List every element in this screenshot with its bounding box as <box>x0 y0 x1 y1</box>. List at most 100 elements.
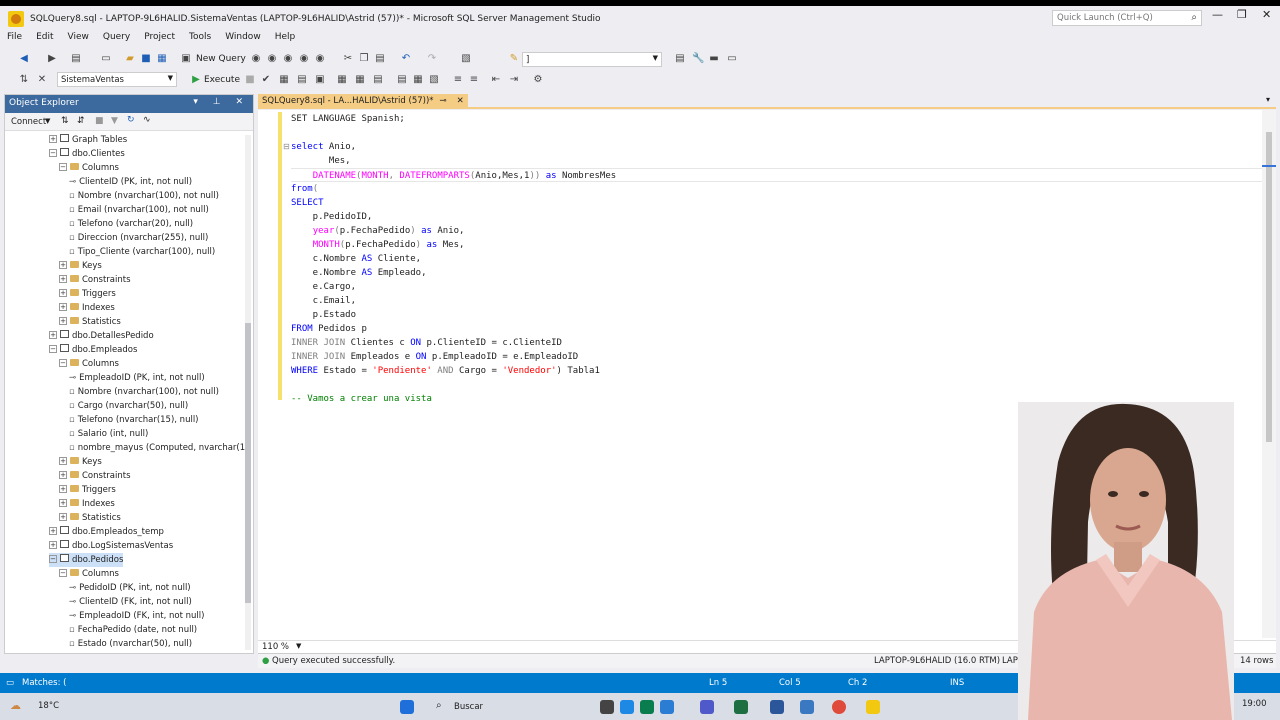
uncomment-icon[interactable]: ≡ <box>468 74 480 86</box>
tab-list-chevron-icon[interactable]: ▾ <box>1266 95 1270 104</box>
tree-node[interactable]: ▫ Salario (int, null) <box>69 427 148 441</box>
connect-plug-icon[interactable]: ⇅ <box>61 116 69 126</box>
editor-scrollbar[interactable] <box>1262 110 1276 638</box>
save-all-icon[interactable]: ▦ <box>156 53 168 65</box>
code-line[interactable]: e.Cargo, <box>291 280 356 294</box>
tree-node[interactable]: ▫ Direccion (nvarchar(255), null) <box>69 231 208 245</box>
tree-node[interactable]: ⊸ EmpleadoID (FK, int, not null) <box>69 609 204 623</box>
code-line[interactable]: c.Email, <box>291 294 356 308</box>
tree-node[interactable]: + dbo.DetallesPedido <box>49 329 154 343</box>
tree-node[interactable]: + Keys <box>59 455 102 469</box>
panel-controls[interactable]: ▾ ⊥ ✕ <box>193 97 249 107</box>
live-stats-icon[interactable]: ▦ <box>354 74 366 86</box>
code-line[interactable]: -- Vamos a crear una vista <box>291 392 432 406</box>
tree-node[interactable]: − dbo.Pedidos <box>49 553 124 567</box>
tree-node[interactable]: − Columns <box>59 161 119 175</box>
tree-node[interactable]: − dbo.Clientes <box>49 147 125 161</box>
execute-icon[interactable]: ▶ <box>190 74 202 86</box>
analysis-query-icon[interactable]: ◉ <box>266 53 278 65</box>
tree-node[interactable]: ▫ Telefono (nvarchar(15), null) <box>69 413 199 427</box>
code-line[interactable]: p.Estado <box>291 308 356 322</box>
expand-icon[interactable]: + <box>59 499 67 507</box>
filter-icon[interactable]: ▼ <box>111 116 118 126</box>
tree-node[interactable]: − Columns <box>59 357 119 371</box>
collapse-icon[interactable]: − <box>49 555 57 563</box>
chevron-down-icon[interactable]: ▼ <box>296 642 301 650</box>
tree-node[interactable]: ⊸ ClienteID (PK, int, not null) <box>69 175 192 189</box>
execute-button[interactable]: Execute <box>204 75 240 85</box>
results-to-text-icon[interactable]: ▤ <box>396 74 408 86</box>
find-combo[interactable]: ] ▼ <box>522 52 662 67</box>
menu-window[interactable]: Window <box>218 30 268 44</box>
redo-icon[interactable]: ↷ <box>426 53 438 65</box>
back-icon[interactable]: ◀ <box>18 53 30 65</box>
tree-node[interactable]: ▫ Cargo (nvarchar(50), null) <box>69 399 188 413</box>
menu-project[interactable]: Project <box>137 30 182 44</box>
restore-button[interactable]: ❐ <box>1237 8 1247 21</box>
chrome-icon[interactable] <box>832 700 846 714</box>
client-stats-icon[interactable]: ▤ <box>372 74 384 86</box>
code-line[interactable]: INNER JOIN Clientes c ON p.ClienteID = c… <box>291 336 562 350</box>
activity-monitor-icon[interactable]: ∿ <box>143 115 151 125</box>
xmla-query-icon[interactable]: ◉ <box>314 53 326 65</box>
tree-node[interactable]: + Constraints <box>59 469 131 483</box>
specify-values-icon[interactable]: ⚙ <box>532 74 544 86</box>
expand-icon[interactable]: + <box>59 457 67 465</box>
intellisense-icon[interactable]: ▣ <box>314 74 326 86</box>
cut-icon[interactable]: ✂ <box>342 53 354 65</box>
expand-icon[interactable]: + <box>59 485 67 493</box>
new-project-icon[interactable]: ▤ <box>70 53 82 65</box>
menu-query[interactable]: Query <box>96 30 137 44</box>
weather-icon[interactable]: ☁ <box>10 699 21 712</box>
word-icon[interactable] <box>770 700 784 714</box>
tree-node[interactable]: ⊸ EmpleadoID (PK, int, not null) <box>69 371 205 385</box>
collapse-icon[interactable]: ⊟ <box>283 142 290 151</box>
code-line[interactable]: p.PedidoID, <box>291 210 373 224</box>
expand-icon[interactable]: + <box>49 135 57 143</box>
tree-node[interactable]: + Graph Tables <box>49 133 127 147</box>
copy-icon[interactable]: ❐ <box>358 53 370 65</box>
tree-node[interactable]: + Constraints <box>59 273 131 287</box>
scrollbar-thumb[interactable] <box>1266 132 1272 442</box>
menu-tools[interactable]: Tools <box>182 30 218 44</box>
collapse-icon[interactable]: − <box>59 569 67 577</box>
expand-icon[interactable]: + <box>49 541 57 549</box>
paste-icon[interactable]: ▤ <box>374 53 386 65</box>
expand-icon[interactable]: + <box>59 261 67 269</box>
task-view-icon[interactable] <box>600 700 614 714</box>
code-line[interactable]: INNER JOIN Empleados e ON p.EmpleadoID =… <box>291 350 578 364</box>
code-line[interactable]: DATENAME(MONTH, DATEFROMPARTS(Anio,Mes,1… <box>291 168 1266 182</box>
properties-icon[interactable]: 🔧 <box>692 53 704 65</box>
tree-node[interactable]: + dbo.LogSistemasVentas <box>49 539 173 553</box>
forward-icon[interactable]: ▶ <box>46 53 58 65</box>
tree-node[interactable]: ▫ nombre_mayus (Computed, nvarchar(1 <box>69 441 245 455</box>
open-folder-icon[interactable]: ▰ <box>124 53 136 65</box>
expand-icon[interactable]: + <box>59 317 67 325</box>
expand-icon[interactable]: + <box>59 513 67 521</box>
tree-node[interactable]: + Keys <box>59 259 102 273</box>
tree-node[interactable]: ▫ Nombre (nvarchar(100), not null) <box>69 189 219 203</box>
tree-node[interactable]: + Indexes <box>59 301 115 315</box>
tab-sqlquery8[interactable]: SQLQuery8.sql - LA...HALID\Astrid (57))*… <box>258 94 468 109</box>
taskbar-search[interactable]: Buscar <box>454 702 483 712</box>
tree-node[interactable]: + dbo.Empleados_temp <box>49 525 164 539</box>
tree-node[interactable]: + Indexes <box>59 497 115 511</box>
comment-icon[interactable]: ≡ <box>452 74 464 86</box>
expand-icon[interactable]: + <box>59 275 67 283</box>
estimated-plan-icon[interactable]: ▦ <box>278 74 290 86</box>
scrollbar-thumb[interactable] <box>245 323 251 603</box>
code-line[interactable]: SELECT <box>291 196 324 210</box>
expand-icon[interactable]: + <box>59 471 67 479</box>
zoom-level[interactable]: 110 % <box>262 642 289 652</box>
pin-icon[interactable]: ⊸ <box>440 96 447 106</box>
expand-icon[interactable]: + <box>49 527 57 535</box>
open-file-icon[interactable]: ▭ <box>100 53 112 65</box>
dmx-query-icon[interactable]: ◉ <box>298 53 310 65</box>
expand-icon[interactable]: + <box>59 303 67 311</box>
db-query-icon[interactable]: ◉ <box>250 53 262 65</box>
code-line[interactable]: year(p.FechaPedido) as Anio, <box>291 224 465 238</box>
expand-icon[interactable]: + <box>49 331 57 339</box>
ssms-taskbar-icon[interactable] <box>866 700 880 714</box>
tree-node[interactable]: ⊸ ClienteID (FK, int, not null) <box>69 595 192 609</box>
start-icon[interactable] <box>400 700 414 714</box>
